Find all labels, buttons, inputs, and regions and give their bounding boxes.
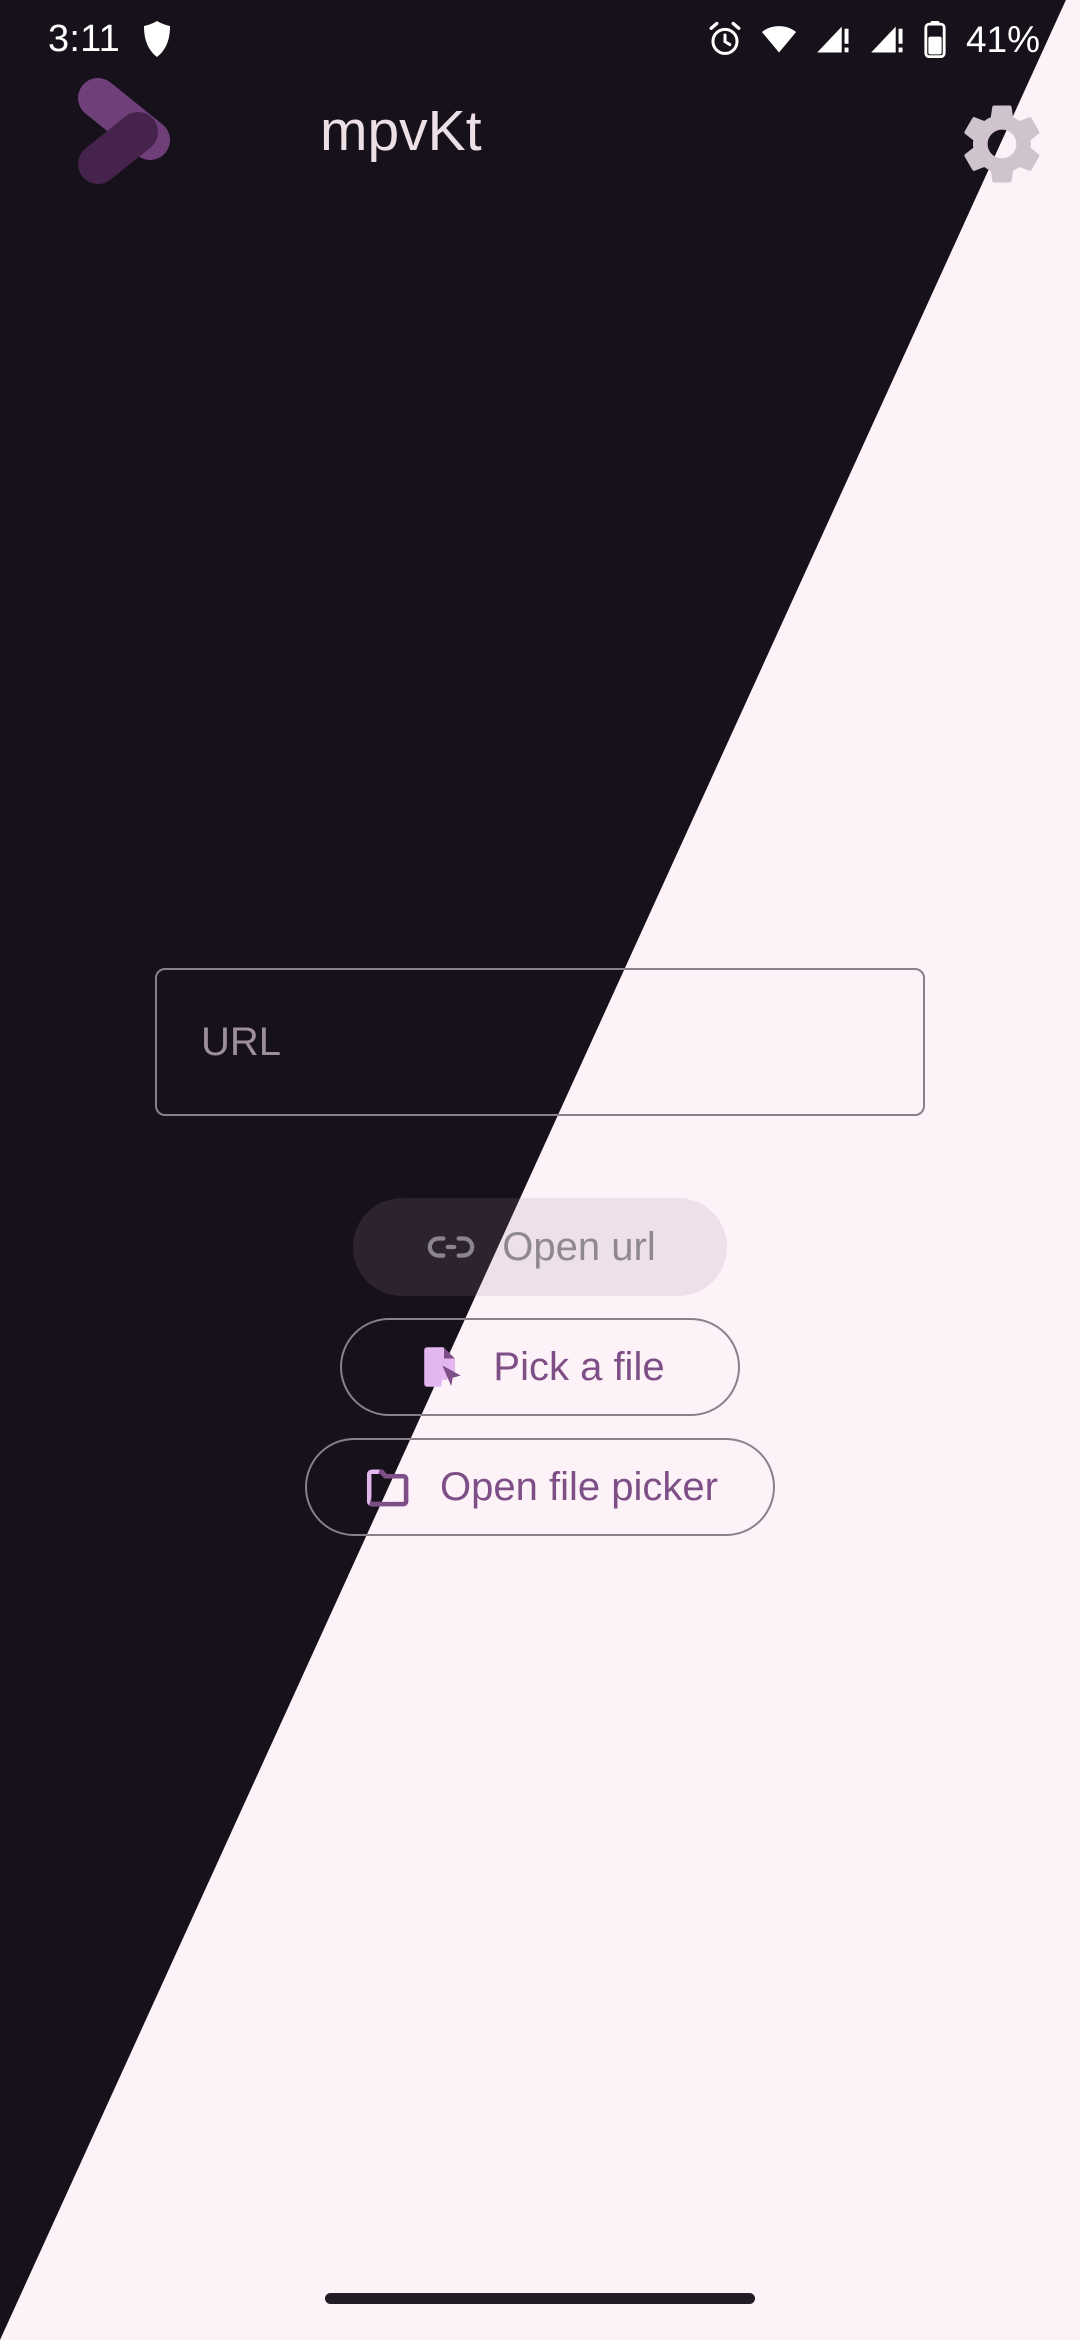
status-bar-left: 3:11 xyxy=(48,20,172,58)
pick-a-file-button-label: Pick a file xyxy=(493,1345,665,1389)
shield-icon xyxy=(142,20,172,58)
url-input-placeholder: URL xyxy=(201,1020,282,1064)
status-bar-right: 41% xyxy=(706,20,1040,58)
mpvkt-chevron-logo xyxy=(76,68,180,188)
folder-icon xyxy=(362,1460,416,1514)
theme-transition-overlay xyxy=(0,0,1080,2340)
alarm-icon xyxy=(706,20,744,58)
link-icon xyxy=(424,1220,478,1274)
app-bar: mpvKt xyxy=(0,78,1080,208)
battery-icon xyxy=(922,20,948,58)
wifi-icon xyxy=(760,20,798,58)
gear-icon xyxy=(954,96,1050,192)
open-file-picker-button-label: Open file picker xyxy=(440,1465,718,1509)
open-file-picker-button[interactable]: Open file picker xyxy=(305,1438,775,1536)
page-title: mpvKt xyxy=(320,99,482,163)
pick-a-file-button[interactable]: Pick a file xyxy=(340,1318,740,1416)
signal-sim2-icon xyxy=(868,20,906,58)
battery-percent: 41% xyxy=(965,18,1040,60)
file-cursor-icon xyxy=(415,1340,469,1394)
url-input[interactable]: URL xyxy=(155,968,925,1116)
status-bar: 3:11 41% xyxy=(0,0,1080,78)
signal-sim1-icon xyxy=(814,20,852,58)
app-screen: 3:11 41% mpvKt URL Open url Pick a file … xyxy=(0,0,1080,2340)
home-gesture-bar[interactable] xyxy=(325,2293,755,2304)
settings-button[interactable] xyxy=(954,96,1050,192)
status-time: 3:11 xyxy=(48,18,120,60)
open-url-button[interactable]: Open url xyxy=(353,1198,727,1296)
open-url-button-label: Open url xyxy=(502,1225,656,1269)
